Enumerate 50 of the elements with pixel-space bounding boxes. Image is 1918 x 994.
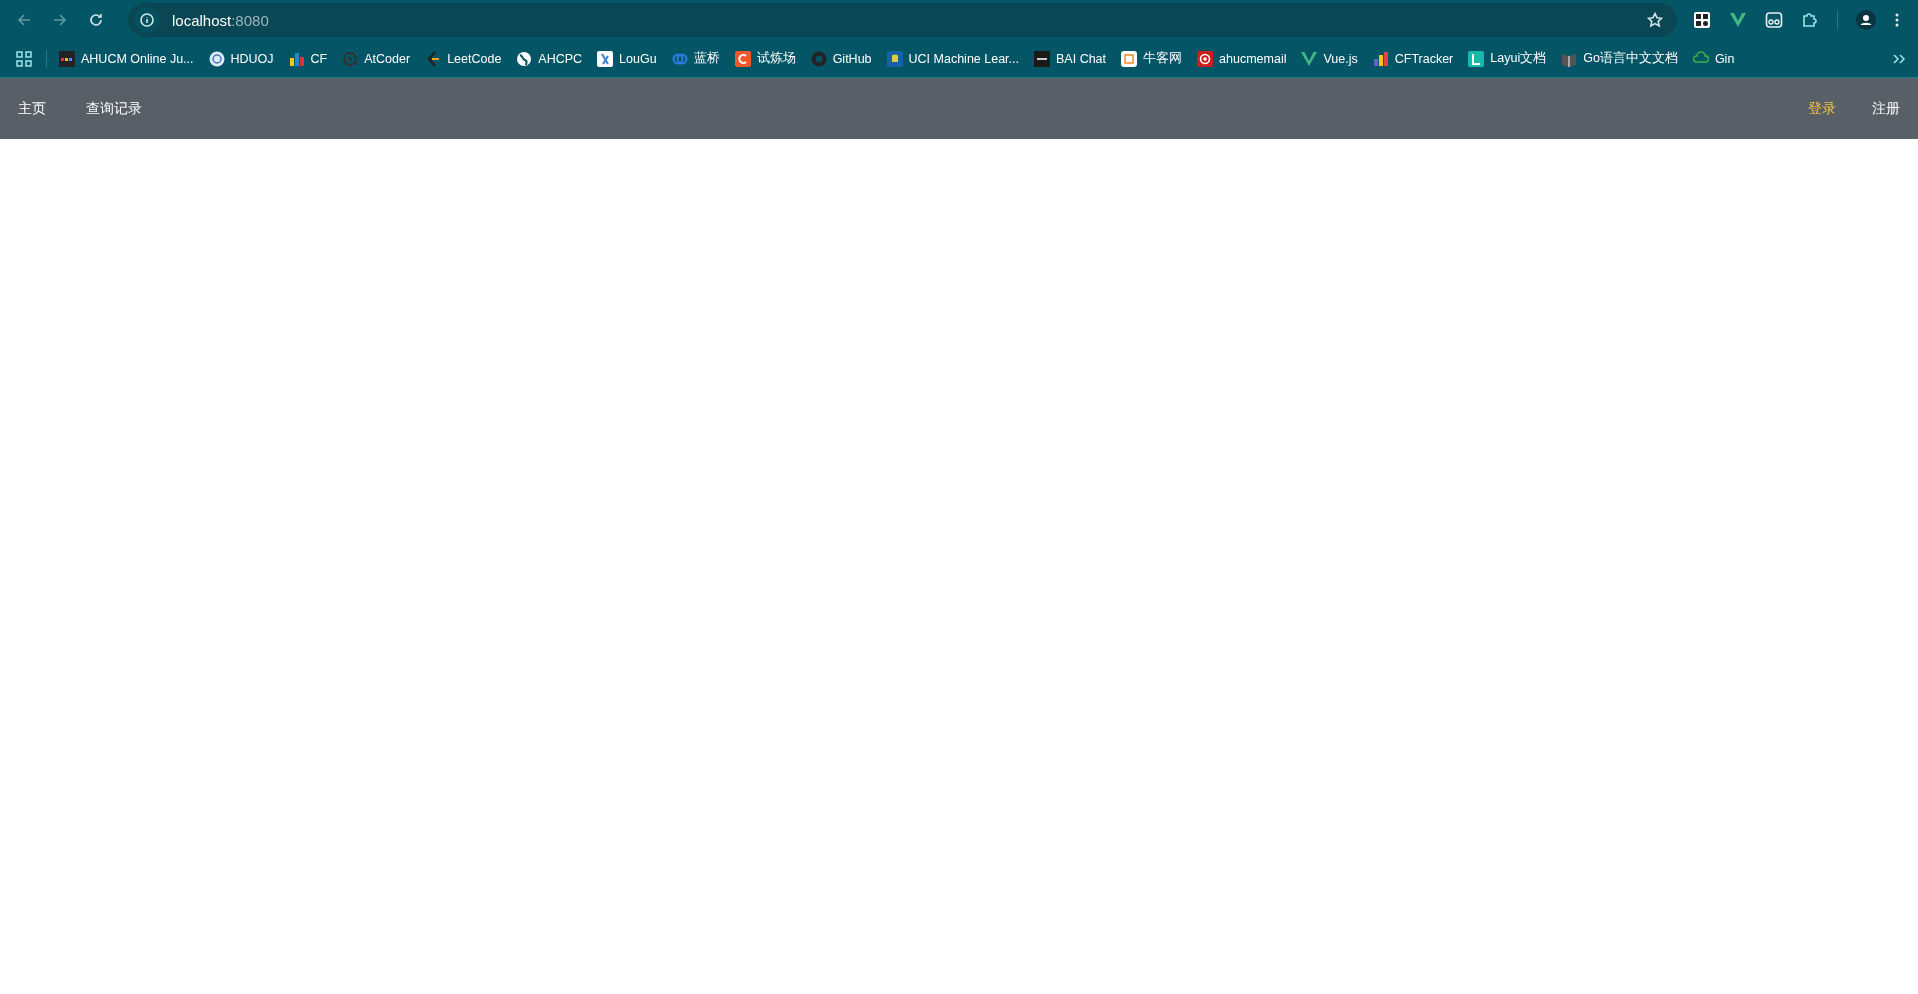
bar-chart-icon <box>288 50 305 67</box>
bookmark-link[interactable]: CFTracker <box>1372 50 1454 67</box>
bar-chart-icon <box>1372 50 1389 67</box>
bookmark-link[interactable]: LouGu <box>597 50 657 67</box>
apps-grid-icon[interactable] <box>16 50 32 67</box>
reload-icon <box>88 12 104 28</box>
tile-icon <box>1468 50 1485 67</box>
globe-badge-icon <box>208 50 225 67</box>
bookmark-link[interactable]: CF <box>288 50 328 67</box>
grid-logo-icon <box>59 50 75 67</box>
bookmark-link[interactable]: Go语言中文文档 <box>1561 50 1678 67</box>
profile-icon[interactable] <box>1856 10 1876 30</box>
bookmark-link[interactable]: AHUCM Online Ju... <box>59 50 194 67</box>
more-menu-icon[interactable] <box>1894 12 1900 28</box>
bookmark-link[interactable]: HDUOJ <box>208 50 274 67</box>
bookmark-link[interactable]: UCI Machine Lear... <box>886 50 1019 67</box>
star-icon[interactable] <box>1647 12 1663 28</box>
bookmark-link[interactable]: Layui文档 <box>1468 50 1547 67</box>
address-bar[interactable]: localhost:8080 <box>128 3 1677 37</box>
globe-icon <box>516 50 533 67</box>
letter-tile-icon <box>734 50 751 67</box>
bookmark-link[interactable]: 牛客网 <box>1121 50 1183 67</box>
nav-link[interactable]: 注册 <box>1854 78 1918 139</box>
bookmark-link[interactable]: Gin <box>1692 50 1735 67</box>
v-logo-icon[interactable] <box>1729 11 1747 29</box>
bookmark-link[interactable]: LeetCode <box>425 50 502 67</box>
right-arrow-icon <box>52 12 68 28</box>
cylinder-tile-icon <box>886 50 903 67</box>
goggles-icon[interactable] <box>1765 11 1783 29</box>
bookmark-link[interactable]: 试炼场 <box>734 50 796 67</box>
bookmark-link[interactable]: Vue.js <box>1301 50 1358 67</box>
bookmark-link[interactable]: 蓝桥 <box>671 50 720 67</box>
puzzle-piece-icon[interactable] <box>1801 11 1819 29</box>
double-chevron-icon[interactable] <box>1892 51 1906 66</box>
v-logo-icon <box>1301 50 1318 67</box>
qr-code-icon[interactable] <box>1693 11 1711 29</box>
bracket-logo-icon <box>425 50 442 67</box>
bookmark-link[interactable]: BAI Chat <box>1034 50 1107 67</box>
bookmark-link[interactable]: AHCPC <box>516 50 583 67</box>
bookmark-link[interactable]: AtCoder <box>342 50 411 67</box>
bookmark-link[interactable]: ahucmemail <box>1197 50 1287 67</box>
url-text: localhost:8080 <box>172 11 269 29</box>
nav-link[interactable]: 登录 <box>1790 78 1854 139</box>
left-arrow-icon <box>16 12 32 28</box>
bookmark-link[interactable]: GitHub <box>810 50 872 67</box>
nav-link[interactable]: 主页 <box>0 78 68 139</box>
info-icon <box>140 13 154 27</box>
dark-tile-icon <box>1034 50 1050 67</box>
tile-icon <box>1121 50 1138 67</box>
nav-link[interactable]: 查询记录 <box>68 78 160 139</box>
